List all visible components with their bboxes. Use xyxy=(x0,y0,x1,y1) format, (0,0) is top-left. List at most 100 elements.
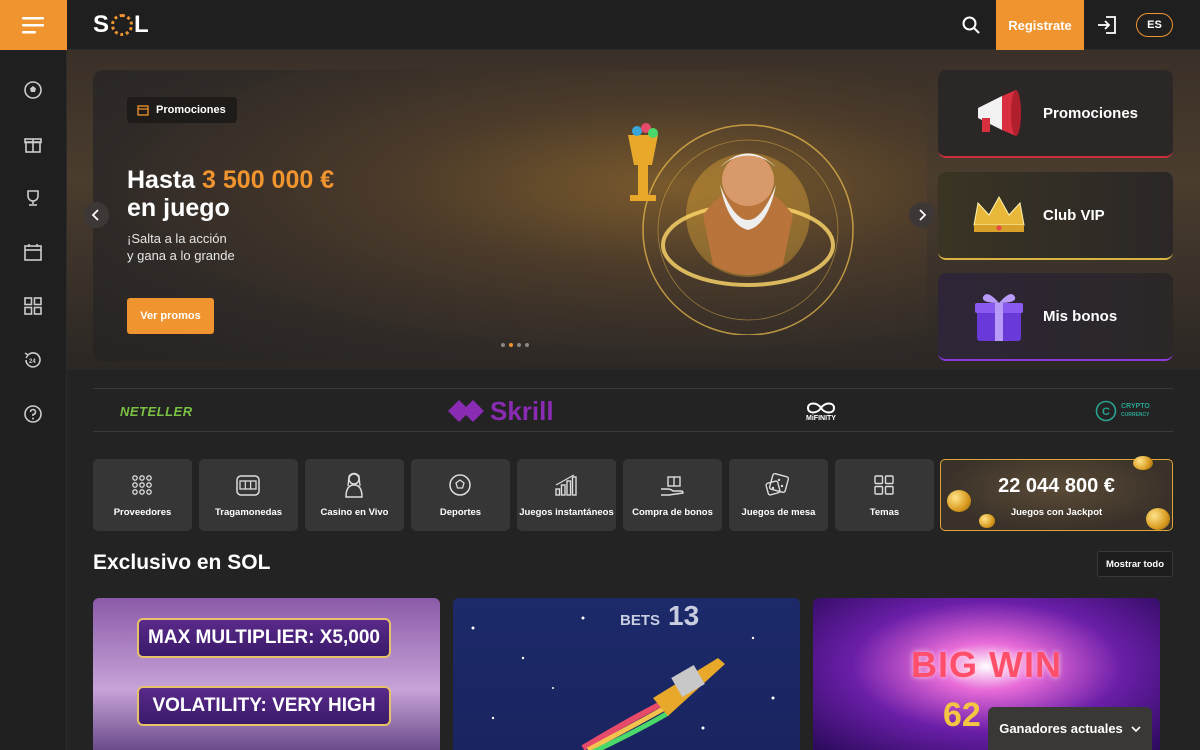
slide-dot[interactable] xyxy=(501,343,505,347)
slide-dot[interactable] xyxy=(525,343,529,347)
jackpot-value: 22 044 800 € xyxy=(998,475,1115,497)
category-instant-games[interactable]: Juegos instantáneos xyxy=(517,459,616,531)
top-bar: SL Registrate ES xyxy=(0,0,1200,50)
live-dealer-icon xyxy=(341,472,367,498)
game-card[interactable]: MAX MULTIPLIER: X5,000 VOLATILITY: VERY … xyxy=(93,598,440,750)
category-label: Deportes xyxy=(439,507,482,518)
big-win-label: BIG WIN xyxy=(911,644,1062,685)
category-table-games[interactable]: Juegos de mesa xyxy=(729,459,828,531)
logo[interactable]: SL xyxy=(93,10,150,40)
infinity-icon xyxy=(806,402,836,413)
sidebar: 24 xyxy=(0,50,67,750)
mifinity-label: MiFINITY xyxy=(806,414,836,422)
hero-prev-button[interactable] xyxy=(83,202,109,228)
soccer-ball-icon xyxy=(24,81,42,99)
sidebar-item-calendar[interactable] xyxy=(22,241,44,263)
sidebar-item-help[interactable] xyxy=(22,403,44,425)
menu-button[interactable] xyxy=(0,0,67,50)
grid-icon xyxy=(871,472,897,498)
card-promotions-label: Promociones xyxy=(1043,104,1139,122)
hero-subtitle: ¡Salta a la acción y gana a lo grande xyxy=(127,230,327,264)
category-bonus-buy[interactable]: Compra de bonos xyxy=(623,459,722,531)
skrill-diamond-icon xyxy=(448,400,484,422)
skrill-logo: Skrill xyxy=(448,389,554,433)
big-win-number: 62 xyxy=(943,696,981,734)
hero-next-button[interactable] xyxy=(909,202,935,228)
crypto-label-line1: CRYPTO xyxy=(1121,403,1150,410)
grid-icon xyxy=(24,297,42,315)
see-promos-button[interactable]: Ver promos xyxy=(127,298,214,334)
sidebar-item-sports[interactable] xyxy=(22,79,44,101)
card-vip-label: Club VIP xyxy=(1043,206,1105,224)
sun-icon xyxy=(111,14,134,36)
category-label: Juegos instantáneos xyxy=(519,507,614,518)
crypto-coin-icon: C xyxy=(1095,400,1117,422)
sidebar-item-games[interactable] xyxy=(22,295,44,317)
hero-banner[interactable]: Promociones Hasta 3 500 000 € en juego ¡… xyxy=(93,70,927,361)
dots-grid-icon xyxy=(129,472,155,498)
card-promotions[interactable]: Promociones xyxy=(938,70,1173,158)
hero-title: Hasta 3 500 000 € en juego xyxy=(127,166,334,222)
login-icon xyxy=(1098,16,1116,34)
megaphone-icon xyxy=(970,84,1028,142)
chevron-down-icon xyxy=(1131,725,1141,732)
slot-machine-icon xyxy=(235,472,261,498)
hamburger-menu-icon xyxy=(21,17,44,34)
search-icon xyxy=(962,16,980,34)
slide-dot-active[interactable] xyxy=(509,343,513,347)
crypto-currency-logo: C CRYPTO CURRENCY xyxy=(1095,389,1150,433)
zeus-illustration xyxy=(628,123,854,335)
category-label: Casino en Vivo xyxy=(320,507,389,518)
hero-subtitle-line1: ¡Salta a la acción xyxy=(127,231,227,246)
card-my-bonuses[interactable]: Mis bonos xyxy=(938,273,1173,361)
gift-icon xyxy=(24,138,42,153)
section-title: Exclusivo en SOL xyxy=(93,551,271,574)
game-banner-line2: VOLATILITY: VERY HIGH xyxy=(137,686,391,726)
game-card[interactable]: BETS 13 xyxy=(453,598,800,750)
search-button[interactable] xyxy=(958,12,984,38)
hero-title-suffix: en juego xyxy=(127,194,230,222)
trophy-icon xyxy=(27,190,39,206)
soccer-ball-icon xyxy=(447,472,473,498)
login-button[interactable] xyxy=(1094,12,1120,38)
logo-letter-s: S xyxy=(93,11,111,38)
rocket-illustration xyxy=(471,616,775,750)
slide-dot[interactable] xyxy=(517,343,521,347)
show-all-button[interactable]: Mostrar todo xyxy=(1097,551,1173,577)
support-24-icon: 24 xyxy=(24,352,41,368)
category-sports[interactable]: Deportes xyxy=(411,459,510,531)
calendar-icon xyxy=(137,105,149,116)
chevron-right-icon xyxy=(919,209,927,221)
card-vip-club[interactable]: Club VIP xyxy=(938,172,1173,260)
winners-label: Ganadores actuales xyxy=(999,721,1123,736)
register-button[interactable]: Registrate xyxy=(996,0,1084,50)
bonus-hand-icon xyxy=(659,472,685,498)
gift-box-icon xyxy=(970,287,1028,345)
skrill-label: Skrill xyxy=(490,395,554,426)
language-selector[interactable]: ES xyxy=(1136,13,1173,37)
game-banner-line1: MAX MULTIPLIER: X5,000 xyxy=(137,618,391,658)
sidebar-item-support[interactable]: 24 xyxy=(22,349,44,371)
sidebar-item-promotions[interactable] xyxy=(22,133,44,155)
coin-decoration xyxy=(1133,456,1153,470)
card-bonuses-label: Mis bonos xyxy=(1043,307,1118,325)
category-live-casino[interactable]: Casino en Vivo xyxy=(305,459,404,531)
hero-tag: Promociones xyxy=(127,97,237,123)
chart-bars-icon xyxy=(553,472,579,498)
category-label: Tragamonedas xyxy=(214,507,283,518)
category-label: Temas xyxy=(869,507,900,518)
hero-title-prefix: Hasta xyxy=(127,166,203,194)
mifinity-logo: MiFINITY xyxy=(805,389,837,433)
crypto-label-line2: CURRENCY xyxy=(1121,412,1150,418)
svg-text:C: C xyxy=(1102,406,1110,418)
jackpot-games-tile[interactable]: 22 044 800 € Juegos con Jackpot xyxy=(940,456,1173,531)
crown-icon xyxy=(970,186,1028,244)
chevron-left-icon xyxy=(91,209,99,221)
category-themes[interactable]: Temas xyxy=(835,459,934,531)
current-winners-button[interactable]: Ganadores actuales xyxy=(988,707,1152,750)
sidebar-item-tournaments[interactable] xyxy=(22,187,44,209)
category-providers[interactable]: Proveedores xyxy=(93,459,192,531)
slide-indicators xyxy=(501,343,529,347)
category-slots[interactable]: Tragamonedas xyxy=(199,459,298,531)
category-label: Juegos de mesa xyxy=(741,507,816,518)
